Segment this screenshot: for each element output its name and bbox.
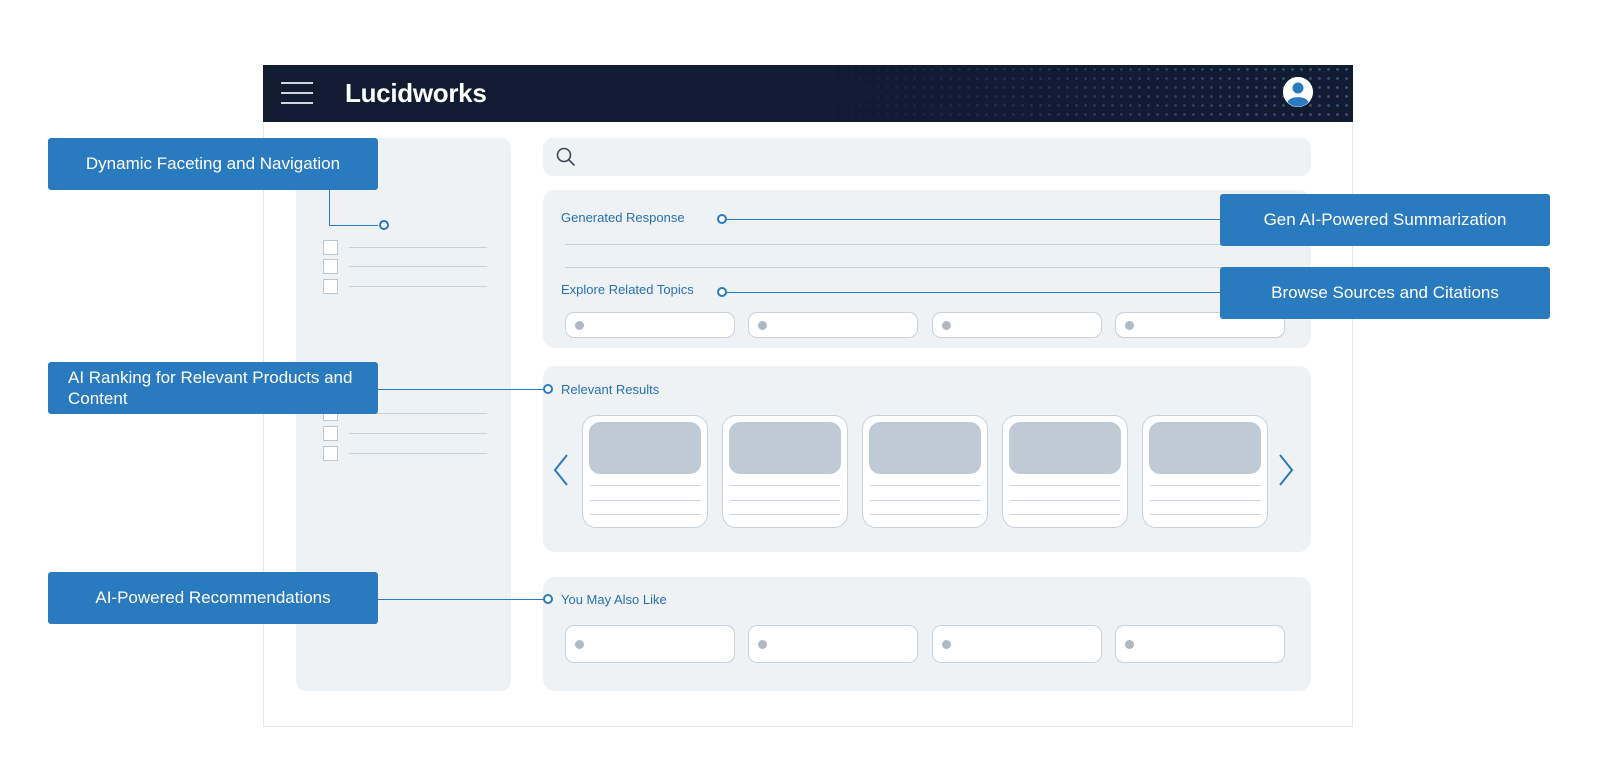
related-topic-pill[interactable]: [748, 312, 918, 338]
result-card[interactable]: [1002, 415, 1128, 528]
callout-node: [543, 384, 553, 394]
facet-label-placeholder: [349, 266, 487, 267]
result-card[interactable]: [1142, 415, 1268, 528]
callout-connector: [378, 599, 544, 600]
chevron-right-icon[interactable]: [1277, 453, 1295, 487]
hamburger-menu-icon[interactable]: [281, 82, 313, 104]
relevant-results-label: Relevant Results: [561, 382, 660, 397]
callout-node: [717, 287, 727, 297]
callout-connector: [329, 190, 330, 225]
callout-ai-recommendations: AI-Powered Recommendations: [48, 572, 378, 624]
result-card[interactable]: [582, 415, 708, 528]
callout-node: [543, 594, 553, 604]
callout-browse-sources: Browse Sources and Citations: [1220, 267, 1550, 319]
response-text-placeholder: [565, 267, 1287, 268]
you-may-also-like-label: You May Also Like: [561, 592, 667, 607]
search-icon: [556, 147, 575, 166]
generated-response-label: Generated Response: [561, 210, 685, 225]
facet-label-placeholder: [349, 453, 487, 454]
facet-checkbox[interactable]: [323, 259, 338, 274]
chevron-left-icon[interactable]: [552, 453, 570, 487]
facet-checkbox[interactable]: [323, 279, 338, 294]
callout-connector: [727, 219, 1220, 220]
recommendation-pill[interactable]: [1115, 625, 1285, 663]
related-topic-pill[interactable]: [565, 312, 735, 338]
search-input[interactable]: [543, 138, 1311, 176]
facet-label-placeholder: [349, 433, 487, 434]
result-card[interactable]: [722, 415, 848, 528]
callout-ai-ranking: AI Ranking for Relevant Products and Con…: [48, 362, 378, 414]
callout-node: [379, 220, 389, 230]
explore-related-topics-label: Explore Related Topics: [561, 282, 694, 297]
facet-label-placeholder: [349, 247, 487, 248]
brand-logo: Lucidworks: [345, 78, 487, 108]
callout-gen-ai-summarization: Gen AI-Powered Summarization: [1220, 194, 1550, 246]
related-topic-pill[interactable]: [932, 312, 1102, 338]
facet-checkbox[interactable]: [323, 240, 338, 255]
facet-label-placeholder: [349, 286, 487, 287]
facet-checkbox[interactable]: [323, 426, 338, 441]
callout-dynamic-faceting: Dynamic Faceting and Navigation: [48, 138, 378, 190]
recommendation-pill[interactable]: [748, 625, 918, 663]
top-bar: Lucidworks: [263, 65, 1353, 122]
facet-checkbox[interactable]: [323, 446, 338, 461]
result-card[interactable]: [862, 415, 988, 528]
callout-connector: [329, 225, 378, 226]
user-avatar-icon[interactable]: [1283, 77, 1313, 107]
recommendation-pill[interactable]: [565, 625, 735, 663]
response-text-placeholder: [565, 244, 1287, 245]
callout-connector: [378, 389, 544, 390]
dot-pattern-decoration: [793, 65, 1353, 122]
callout-connector: [727, 292, 1220, 293]
callout-node: [717, 214, 727, 224]
recommendation-pill[interactable]: [932, 625, 1102, 663]
